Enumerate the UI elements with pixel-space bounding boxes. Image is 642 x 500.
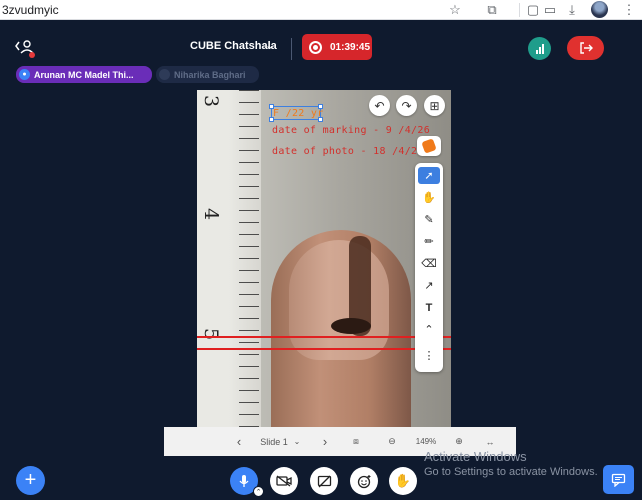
star-icon[interactable]: ☆ <box>447 2 463 18</box>
recording-time: 01:39:45 <box>330 41 371 53</box>
participant-chip[interactable]: ● Arunan MC Madel Thi... <box>16 66 152 83</box>
browser-address-bar[interactable]: 3zvudmyic ☆ ⧉ ▢ ▭ ⤓ ⋮ <box>0 0 642 20</box>
next-slide-icon[interactable]: › <box>318 427 332 456</box>
chevron-up-icon[interactable]: ⌃ <box>418 321 440 338</box>
toolbar-divider <box>519 3 520 17</box>
add-button[interactable]: + <box>16 466 45 495</box>
pen-tool-icon[interactable]: ✏ <box>418 233 440 250</box>
annotation-text[interactable]: F /22 yr <box>273 108 324 119</box>
header-divider <box>291 38 292 60</box>
annotation-text[interactable]: date of marking - 9 /4/26 <box>272 125 430 136</box>
eraser-tool-icon[interactable]: ⌫ <box>418 255 440 272</box>
network-quality-button[interactable] <box>528 37 551 60</box>
zoom-out-icon[interactable]: ⊖ <box>385 427 399 456</box>
chevron-down-icon[interactable]: ⌄ <box>292 427 302 456</box>
bookmark-sidebar-icon[interactable]: ▢ <box>525 2 541 18</box>
chevron-down-icon[interactable]: ⌄ <box>265 39 274 52</box>
arrow-tool-icon[interactable]: ↗ <box>418 277 440 294</box>
redo-button[interactable]: ↷ <box>396 95 417 116</box>
url-text[interactable]: 3zvudmyic <box>2 3 59 17</box>
select-tool-icon[interactable]: ➚ <box>418 167 440 184</box>
thumbnails-icon[interactable]: ⧈ <box>348 427 364 456</box>
ruler-ticks <box>239 90 259 428</box>
camera-off-icon <box>276 475 292 487</box>
pan-tool-icon[interactable]: ✋ <box>418 189 440 206</box>
activate-windows-subtitle: Go to Settings to activate Windows. <box>424 466 598 478</box>
drawing-toolbar: ➚ ✋ ✎ ✏ ⌫ ↗ T ⌃ ⋮ <box>415 163 443 372</box>
color-swatch-icon <box>421 138 437 154</box>
nail-pigment-spot <box>331 318 371 334</box>
profile-avatar[interactable] <box>591 1 608 18</box>
download-icon[interactable]: ⤓ <box>564 2 580 18</box>
more-icon[interactable]: ⋮ <box>418 347 440 364</box>
record-icon <box>309 40 322 54</box>
extension-icon[interactable]: ⧉ <box>484 2 500 18</box>
ruler-number: 4 <box>200 207 223 221</box>
recording-indicator[interactable]: 01:39:45 <box>302 34 372 60</box>
text-tool-icon[interactable]: T <box>418 299 440 316</box>
notification-dot <box>29 52 35 58</box>
raise-hand-button[interactable]: ✋ <box>389 467 417 495</box>
microphone-icon <box>239 475 249 487</box>
color-picker-button[interactable] <box>417 136 441 156</box>
chat-button[interactable] <box>603 465 634 494</box>
menu-icon[interactable]: ⋮ <box>621 2 637 18</box>
camera-off-button[interactable] <box>270 467 298 495</box>
screen-share-off-button[interactable] <box>310 467 338 495</box>
undo-button[interactable]: ↶ <box>369 95 390 116</box>
exit-icon <box>579 42 593 54</box>
previous-slide-icon[interactable]: ‹ <box>232 427 246 456</box>
marker-tool-icon[interactable]: ✎ <box>418 211 440 228</box>
emoji-icon <box>357 474 370 488</box>
marker-line <box>197 348 451 350</box>
nail-image <box>289 240 389 360</box>
leave-button[interactable] <box>567 36 604 60</box>
reactions-button[interactable] <box>350 467 378 495</box>
chat-icon <box>611 473 626 487</box>
marker-line <box>197 336 451 338</box>
ruler-image: 3 4 5 <box>197 90 261 428</box>
hand-icon: ✋ <box>394 473 412 488</box>
cast-icon[interactable]: ▭ <box>542 2 558 18</box>
whiteboard-slide[interactable]: 3 4 5 F /22 yr date of marking - 9 /4/26… <box>197 90 451 428</box>
participant-name: Niharika Baghari <box>174 69 246 80</box>
add-shapes-button[interactable]: ⊞ <box>424 95 445 116</box>
participant-chip[interactable]: Niharika Baghari <box>156 66 259 83</box>
activate-windows-title: Activate Windows <box>424 449 527 464</box>
participant-name: Arunan MC Madel Thi... <box>34 69 134 80</box>
screen-share-off-icon <box>317 475 331 487</box>
mic-options-icon[interactable]: ⌃ <box>253 486 264 497</box>
ruler-number: 3 <box>200 94 223 108</box>
mic-muted-icon <box>159 69 170 80</box>
annotation-text[interactable]: date of photo - 18 /4/26 <box>272 146 424 157</box>
ruler-number: 5 <box>200 327 223 341</box>
slide-label[interactable]: Slide 1 <box>258 427 290 456</box>
mic-icon: ● <box>19 69 30 80</box>
room-title[interactable]: CUBE Chatshala <box>190 40 277 52</box>
